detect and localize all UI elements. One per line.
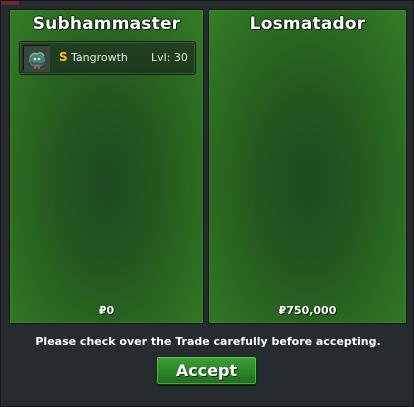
trade-window: Subhammaster S Tangrowth Lvl: 30 ₽0 Losm… xyxy=(0,0,414,407)
right-player-name: Losmatador xyxy=(249,14,366,34)
currency-s-icon: S xyxy=(59,50,68,64)
item-level: Lvl: 30 xyxy=(151,51,188,64)
right-trade-panel: Losmatador ₽750,000 xyxy=(208,9,407,324)
left-money: ₽0 xyxy=(98,304,115,317)
tangrowth-icon xyxy=(23,45,50,72)
accept-button[interactable]: Accept xyxy=(156,356,257,385)
left-player-name: Subhammaster xyxy=(32,14,181,34)
window-notch xyxy=(1,1,19,5)
item-name: Tangrowth xyxy=(71,51,128,64)
left-trade-panel: Subhammaster S Tangrowth Lvl: 30 ₽0 xyxy=(9,9,204,324)
trade-item-row[interactable]: S Tangrowth Lvl: 30 xyxy=(19,41,196,75)
right-money: ₽750,000 xyxy=(278,304,337,317)
trade-notice: Please check over the Trade carefully be… xyxy=(35,335,381,348)
